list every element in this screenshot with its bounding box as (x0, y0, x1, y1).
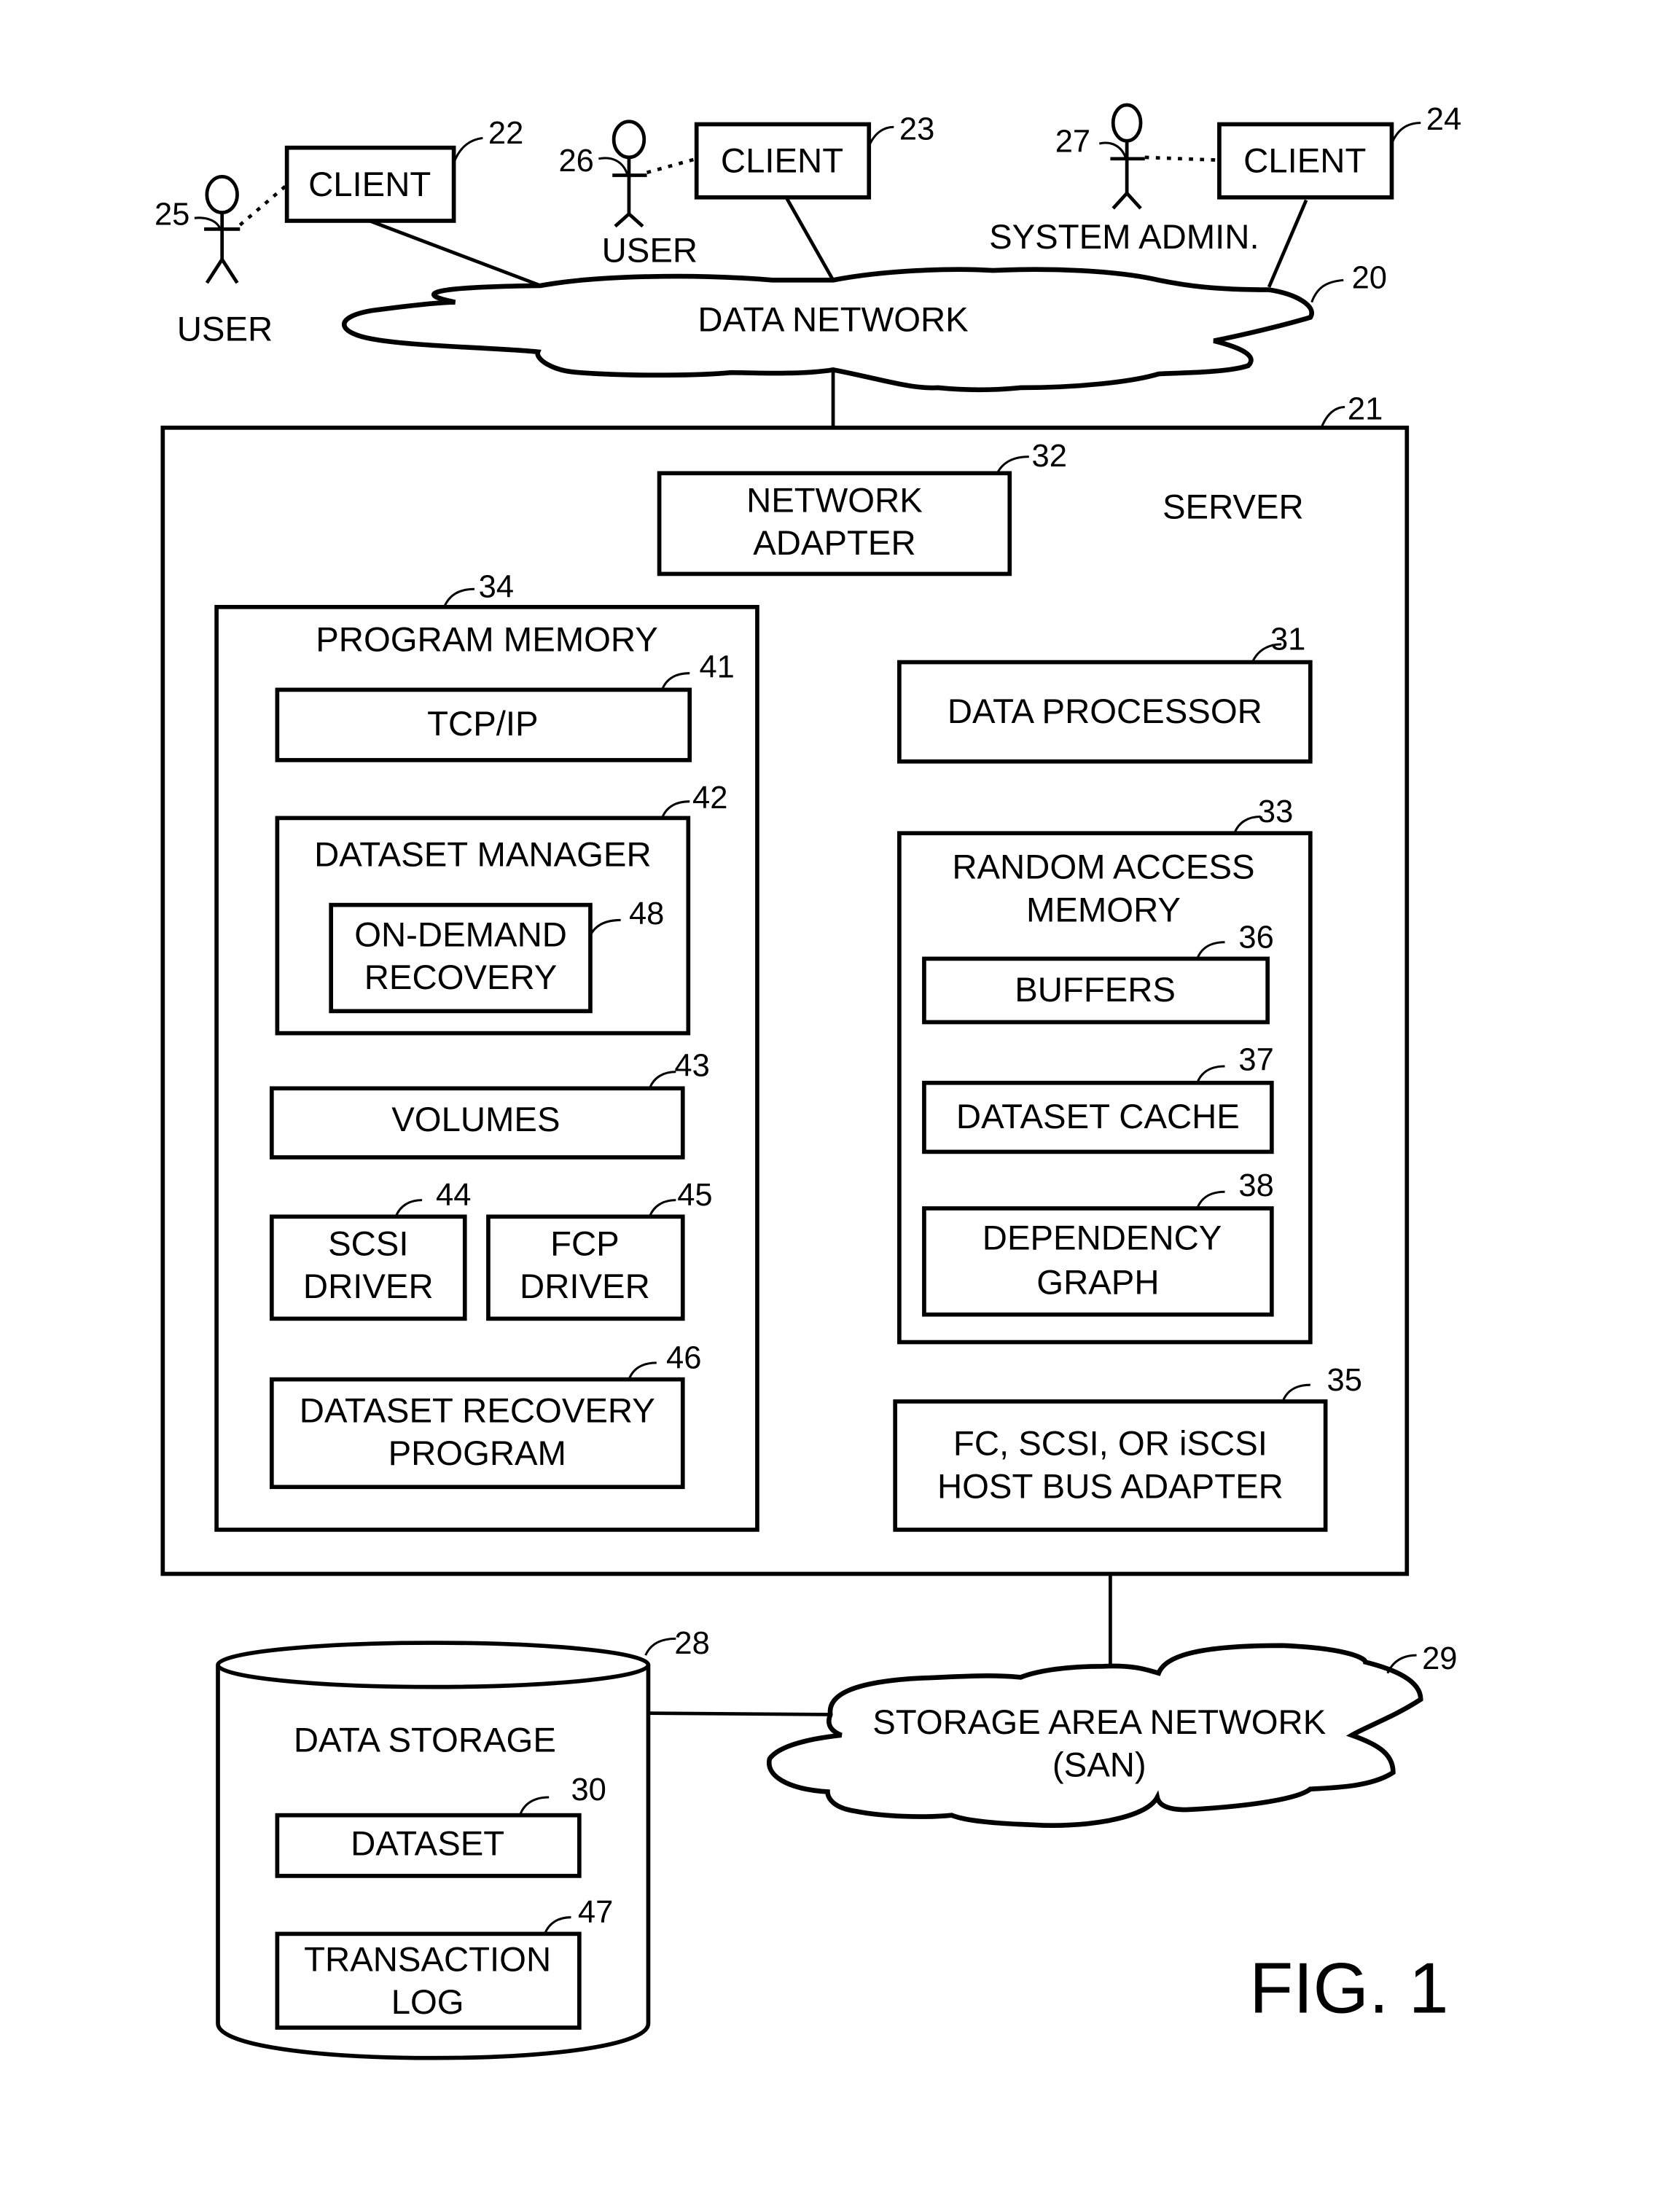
program-memory: PROGRAM MEMORY 34 TCP/IP 41 DATASET MANA… (214, 570, 759, 1532)
ref-leader-21 (1320, 405, 1345, 429)
client-24[interactable]: CLIENT 24 (1217, 102, 1461, 200)
ref-leader-24 (1391, 122, 1421, 144)
ref-leader-20 (1310, 278, 1344, 303)
ram-line-1: RANDOM ACCESS (952, 848, 1254, 887)
on-demand-recovery-line-1: ON-DEMAND (354, 915, 567, 954)
network-adapter-line-1: NETWORK (746, 481, 923, 520)
transaction-log-line-2: LOG (391, 1983, 464, 2022)
client-22-label: CLIENT (308, 165, 431, 204)
ref-leader-23 (867, 125, 894, 147)
fcp-driver-line-1: FCP (550, 1224, 620, 1263)
volumes-label: VOLUMES (391, 1101, 560, 1139)
ref-leader-27 (1098, 141, 1127, 158)
ref-23: 23 (899, 112, 934, 146)
ref-46: 46 (666, 1340, 701, 1375)
dataset-recovery-program-line-1: DATASET RECOVERY (300, 1391, 655, 1430)
dependency-graph-line-2: GRAPH (1036, 1263, 1159, 1302)
client-22[interactable]: CLIENT 22 (284, 116, 524, 223)
user-26-label: USER (602, 232, 698, 270)
program-memory-label: PROGRAM MEMORY (316, 620, 658, 659)
user-25-label: USER (177, 310, 273, 349)
ram-line-2: MEMORY (1026, 891, 1181, 929)
server-label: SERVER (1163, 488, 1304, 527)
network-adapter-line-2: ADAPTER (753, 524, 915, 563)
ref-38: 38 (1238, 1168, 1273, 1203)
user-figure-icon (612, 120, 647, 228)
ref-47: 47 (578, 1895, 613, 1930)
ref-22: 22 (488, 116, 523, 151)
ref-33: 33 (1258, 794, 1293, 829)
ref-30: 30 (571, 1772, 606, 1807)
link-admin27-client24 (1144, 155, 1220, 163)
ref-21: 21 (1348, 391, 1383, 426)
dataset-label: DATASET (351, 1825, 504, 1864)
san-line-1: STORAGE AREA NETWORK (872, 1703, 1326, 1742)
user-figure-icon (204, 175, 241, 284)
link-user25-client22 (238, 183, 289, 227)
ref-43: 43 (674, 1048, 709, 1083)
patent-figure: DATA NETWORK 20 CLIENT 22 CLIENT 23 CLIE… (155, 102, 1461, 2060)
data-storage-label: DATA STORAGE (294, 1721, 556, 1760)
ref-41: 41 (699, 649, 734, 684)
fcp-driver-line-2: DRIVER (520, 1267, 650, 1306)
link-client24-network (1267, 199, 1308, 288)
ref-31: 31 (1270, 622, 1305, 657)
link-user26-client23 (646, 157, 698, 175)
scsi-driver-line-2: DRIVER (303, 1267, 434, 1306)
storage-area-network: STORAGE AREA NETWORK (SAN) 29 (766, 1641, 1458, 1828)
link-client22-network (369, 219, 542, 288)
san-line-2: (SAN) (1052, 1746, 1146, 1785)
ref-20: 20 (1352, 261, 1387, 296)
client-23[interactable]: CLIENT 23 (694, 112, 935, 200)
scsi-driver-line-1: SCSI (328, 1224, 408, 1263)
ref-25: 25 (155, 198, 190, 232)
ref-32: 32 (1032, 439, 1067, 474)
figure-caption: FIG. 1 (1249, 1947, 1448, 2028)
link-client23-network (784, 196, 835, 281)
user-27-label: SYSTEM ADMIN. (989, 218, 1259, 257)
dataset-manager[interactable]: DATASET MANAGER 42 ON-DEMAND RECOVERY 48 (275, 781, 727, 1036)
transaction-log-line-1: TRANSACTION (304, 1940, 551, 1979)
dataset-manager-label: DATASET MANAGER (314, 836, 652, 875)
tcpip-label: TCP/IP (427, 705, 538, 743)
ref-45: 45 (677, 1178, 712, 1213)
data-network: DATA NETWORK 20 (342, 261, 1387, 393)
client-23-label: CLIENT (721, 142, 843, 181)
ref-leader-28 (644, 1637, 676, 1656)
ref-48: 48 (629, 896, 664, 931)
dependency-graph-line-1: DEPENDENCY (982, 1219, 1222, 1258)
ref-26: 26 (558, 144, 593, 179)
ref-34: 34 (479, 570, 514, 605)
random-access-memory: RANDOM ACCESS MEMORY 33 BUFFERS 36 DATAS… (897, 794, 1313, 1345)
ref-27: 27 (1055, 124, 1090, 159)
ref-42: 42 (692, 781, 727, 816)
data-storage: DATA STORAGE 28 DATASET 30 TRANSACTION L… (216, 1626, 710, 2060)
hba-line-1: FC, SCSI, OR iSCSI (953, 1425, 1267, 1463)
user-26: 26 USER (558, 120, 698, 270)
ref-leader-22 (453, 136, 483, 164)
ref-29: 29 (1422, 1641, 1457, 1676)
ref-44: 44 (436, 1178, 471, 1213)
server: SERVER 21 NETWORK ADAPTER 32 DATA PROCES… (160, 391, 1410, 1576)
ref-37: 37 (1238, 1043, 1273, 1078)
dataset-recovery-program-line-2: PROGRAM (388, 1434, 566, 1473)
ref-leader-26 (598, 157, 629, 176)
dataset-cache-label: DATASET CACHE (956, 1098, 1240, 1136)
client-24-label: CLIENT (1243, 142, 1366, 181)
link-storage-san (648, 1711, 831, 1716)
ref-28: 28 (674, 1626, 709, 1661)
storage-cylinder-top (216, 1641, 651, 1689)
user-25: 25 USER (155, 175, 289, 349)
ref-35: 35 (1327, 1363, 1362, 1398)
data-network-label: DATA NETWORK (698, 300, 969, 339)
data-processor-label: DATA PROCESSOR (948, 692, 1262, 731)
admin-figure-icon (1110, 103, 1145, 210)
ref-36: 36 (1238, 920, 1273, 955)
on-demand-recovery-line-2: RECOVERY (364, 958, 558, 997)
hba-line-2: HOST BUS ADAPTER (937, 1467, 1284, 1506)
buffers-label: BUFFERS (1015, 971, 1176, 1009)
ref-24: 24 (1426, 102, 1461, 137)
